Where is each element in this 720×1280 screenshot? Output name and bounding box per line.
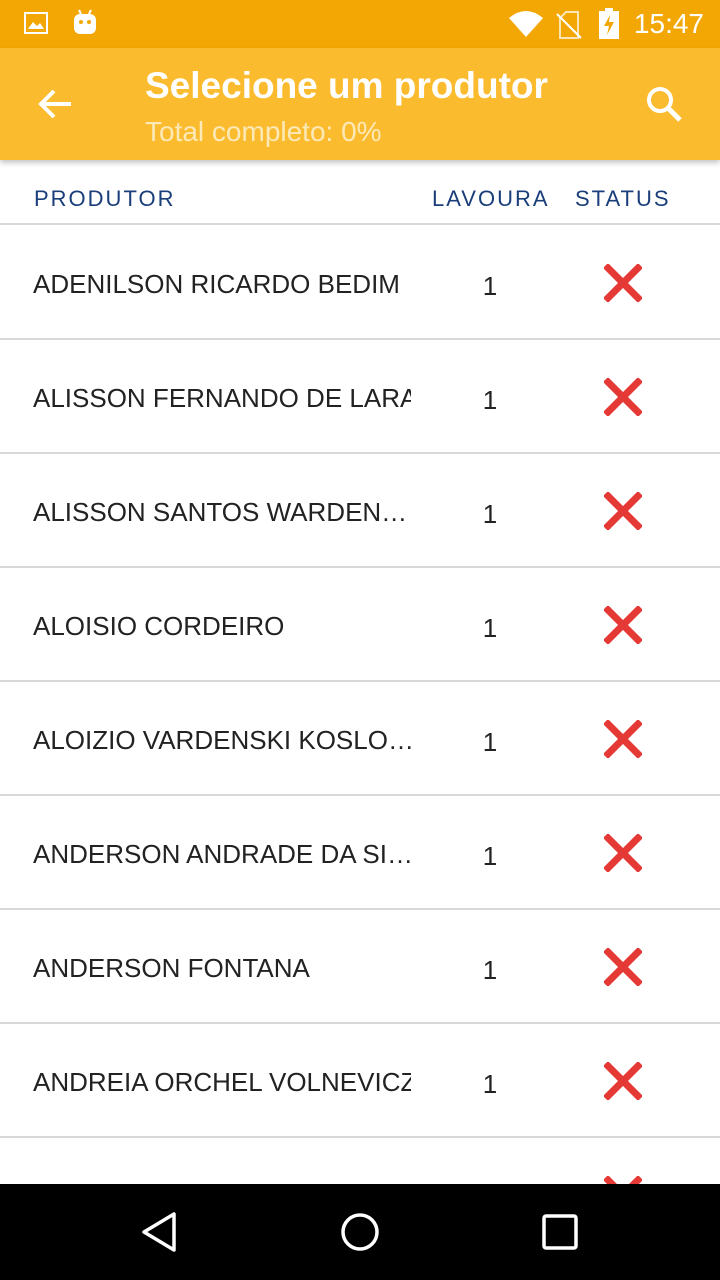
lavoura-count: 1 [482, 499, 498, 529]
close-x-icon [604, 492, 642, 530]
list-item[interactable]: ALOISIO CORDEIRO 1 [0, 568, 720, 682]
page-title: Selecione um produtor [145, 65, 548, 106]
producer-name: ADENILSON RICARDO BEDIM [33, 269, 400, 299]
home-circle-icon [341, 1213, 379, 1251]
status-bar: 15:47 [0, 0, 720, 48]
close-x-icon [604, 1062, 642, 1100]
producer-name: ALOIZIO VARDENSKI KOSLO… [33, 725, 411, 755]
page-subtitle: Total completo: 0% [145, 116, 382, 147]
list-item-partial[interactable] [0, 1138, 720, 1184]
list-item[interactable]: ALISSON FERNANDO DE LARA 1 [0, 340, 720, 454]
table-header: PRODUTOR LAVOURA STATUS [0, 160, 720, 225]
close-x-icon [604, 948, 642, 986]
header-produtor[interactable]: PRODUTOR [34, 186, 176, 212]
back-triangle-icon [142, 1212, 176, 1252]
producer-list[interactable]: ADENILSON RICARDO BEDIM 1 ALISSON FERNAN… [0, 226, 720, 1184]
nav-recents-button[interactable] [534, 1206, 586, 1258]
list-item[interactable]: ALISSON SANTOS WARDEN… 1 [0, 454, 720, 568]
close-x-icon [604, 264, 642, 302]
close-x-icon [604, 378, 642, 416]
back-button[interactable] [28, 76, 84, 132]
lavoura-count: 1 [482, 841, 498, 871]
app-bar: Selecione um produtor Total completo: 0% [0, 48, 720, 160]
producer-name: ALISSON FERNANDO DE LARA [33, 383, 411, 413]
close-x-icon [604, 834, 642, 872]
lavoura-count: 1 [482, 1069, 498, 1099]
system-nav-bar [0, 1184, 720, 1280]
list-item[interactable]: ANDREIA ORCHEL VOLNEVICZ 1 [0, 1024, 720, 1138]
producer-name: ANDREIA ORCHEL VOLNEVICZ [33, 1067, 411, 1097]
android-icon [74, 9, 96, 34]
no-sim-icon [556, 11, 582, 39]
recents-square-icon [542, 1214, 578, 1250]
lavoura-count: 1 [482, 271, 498, 301]
wifi-icon [509, 11, 543, 37]
lavoura-count: 1 [482, 385, 498, 415]
header-status[interactable]: STATUS [575, 186, 671, 212]
list-item[interactable]: ANDERSON FONTANA 1 [0, 910, 720, 1024]
close-x-icon [604, 720, 642, 758]
battery-charging-icon [599, 8, 619, 39]
lavoura-count: 1 [482, 727, 498, 757]
nav-home-button[interactable] [334, 1206, 386, 1258]
producer-name: ANDERSON ANDRADE DA SI… [33, 839, 411, 869]
producer-name: ALISSON SANTOS WARDEN… [33, 497, 408, 527]
search-button[interactable] [636, 76, 692, 132]
image-icon [24, 12, 48, 34]
list-item[interactable]: ALOIZIO VARDENSKI KOSLO… 1 [0, 682, 720, 796]
search-icon [647, 87, 682, 122]
status-time: 15:47 [633, 8, 704, 39]
header-lavoura[interactable]: LAVOURA [432, 186, 550, 212]
close-x-icon [604, 606, 642, 644]
producer-name: ANDERSON FONTANA [33, 953, 310, 983]
lavoura-count: 1 [482, 955, 498, 985]
lavoura-count: 1 [482, 613, 498, 643]
producer-name: ALOISIO CORDEIRO [33, 611, 285, 641]
list-item[interactable]: ADENILSON RICARDO BEDIM 1 [0, 226, 720, 340]
list-item[interactable]: ANDERSON ANDRADE DA SI… 1 [0, 796, 720, 910]
nav-back-button[interactable] [134, 1206, 186, 1258]
arrow-back-icon [38, 89, 71, 119]
close-x-icon [604, 1176, 642, 1184]
